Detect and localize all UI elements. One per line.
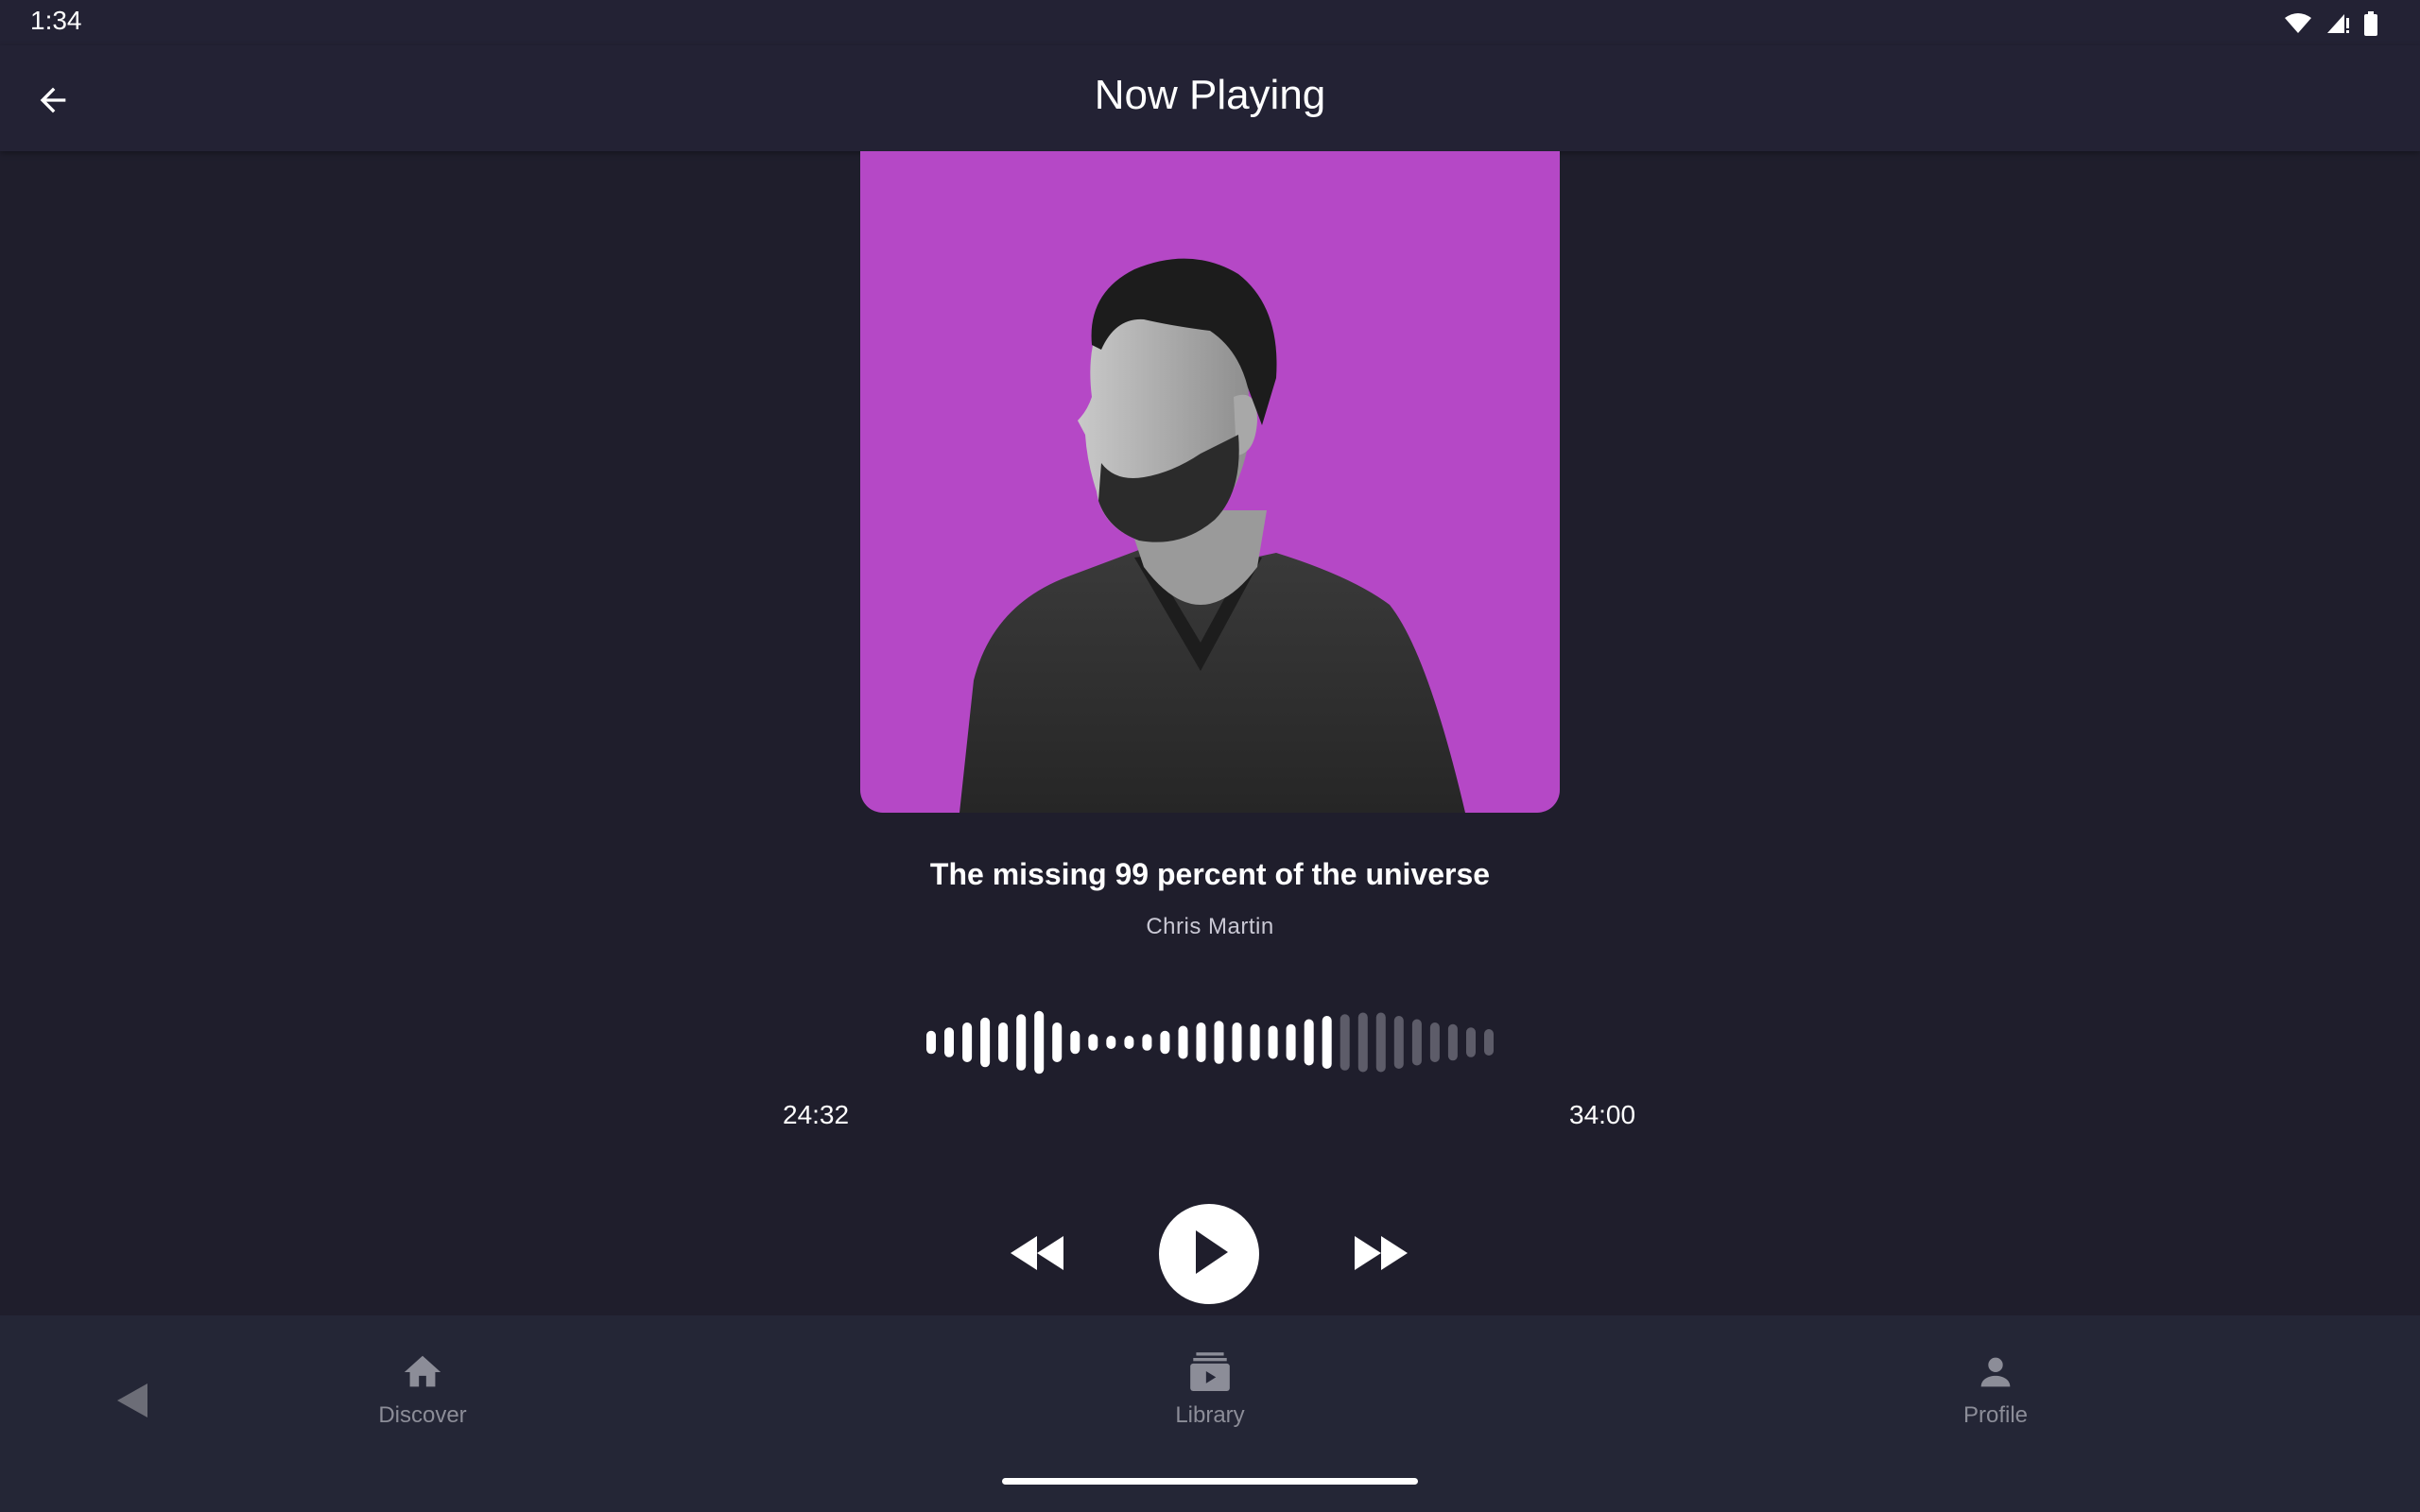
waveform-bar-played: [1268, 1025, 1278, 1059]
album-artwork: [860, 151, 1560, 813]
waveform-bar-played: [1286, 1023, 1296, 1061]
waveform-bar-unplayed: [1340, 1014, 1350, 1071]
fast-forward-button[interactable]: [1348, 1227, 1414, 1283]
now-playing-screen: 1:34 Now Playing The missing 99 percent …: [0, 0, 2420, 1512]
waveform-bar-played: [1304, 1019, 1314, 1066]
nav-item-profile[interactable]: Profile: [1901, 1348, 2090, 1442]
track-title: The missing 99 percent of the universe: [929, 857, 1491, 891]
nav-label-profile: Profile: [1962, 1402, 2029, 1428]
app-bar: Now Playing: [0, 45, 2420, 151]
status-icons: [2284, 11, 2378, 41]
home-icon: [398, 1348, 447, 1397]
nav-item-library[interactable]: Library: [1115, 1348, 1305, 1442]
fast-forward-icon: [1353, 1232, 1409, 1279]
waveform-bar-played: [1142, 1034, 1152, 1051]
waveform-bar-played: [1070, 1030, 1080, 1055]
waveform-bar-played: [1016, 1014, 1027, 1071]
artist-portrait-image: [959, 258, 1465, 813]
page-title: Now Playing: [1094, 72, 1326, 118]
waveform-bar-played: [1034, 1010, 1045, 1074]
nav-item-discover[interactable]: Discover: [328, 1348, 517, 1442]
signal-icon: [2325, 12, 2350, 40]
waveform-bar-played: [1250, 1023, 1260, 1061]
waveform-bar-played: [1214, 1021, 1224, 1064]
home-indicator[interactable]: [1002, 1478, 1418, 1485]
waveform-bar-played: [1160, 1030, 1170, 1055]
waveform-bar-played: [1196, 1022, 1206, 1062]
waveform-bar-played: [962, 1022, 973, 1062]
waveform-bar-played: [1322, 1016, 1332, 1069]
waveform-bar-unplayed: [1357, 1012, 1368, 1073]
library-icon: [1185, 1348, 1235, 1397]
battery-icon: [2363, 11, 2378, 41]
nav-label-discover: Discover: [378, 1402, 467, 1428]
play-button[interactable]: [1159, 1204, 1259, 1304]
rewind-icon: [1009, 1232, 1065, 1279]
waveform-bar-played: [998, 1022, 1009, 1062]
wifi-icon: [2284, 12, 2312, 40]
elapsed-time: 24:32: [783, 1100, 850, 1129]
triangle-back-icon: [110, 1383, 155, 1427]
waveform-bar-unplayed: [1484, 1029, 1494, 1056]
bottom-navigation: Discover Library Profile: [0, 1315, 2420, 1512]
waveform-bar-played: [1052, 1022, 1063, 1062]
rewind-button[interactable]: [1004, 1227, 1070, 1283]
waveform-bar-played: [1088, 1034, 1098, 1051]
waveform-bar-unplayed: [1429, 1022, 1440, 1062]
nav-label-library: Library: [1175, 1402, 1245, 1428]
waveform-bar-unplayed: [1466, 1027, 1476, 1057]
status-time: 1:34: [30, 6, 82, 35]
waveform-bar-played: [944, 1027, 954, 1057]
person-icon: [1971, 1348, 2020, 1397]
play-icon: [1188, 1228, 1230, 1280]
track-artist: Chris Martin: [1146, 914, 1274, 939]
waveform-bar-played: [1124, 1036, 1134, 1049]
waveform-bar-played: [1178, 1025, 1188, 1059]
system-back-button[interactable]: [110, 1378, 155, 1423]
waveform-bar-played: [980, 1017, 991, 1068]
total-time: 34:00: [1569, 1100, 1636, 1129]
waveform-bar-played: [1106, 1036, 1116, 1049]
waveform-bar-played: [1232, 1022, 1242, 1062]
waveform-bar-unplayed: [1411, 1019, 1422, 1066]
waveform-bar-unplayed: [1447, 1023, 1458, 1061]
status-bar: 1:34: [0, 0, 2420, 45]
waveform-bar-unplayed: [1375, 1012, 1386, 1073]
waveform-seekbar[interactable]: [926, 1009, 1494, 1075]
waveform-bar-played: [926, 1030, 936, 1055]
waveform-bar-unplayed: [1393, 1016, 1404, 1069]
